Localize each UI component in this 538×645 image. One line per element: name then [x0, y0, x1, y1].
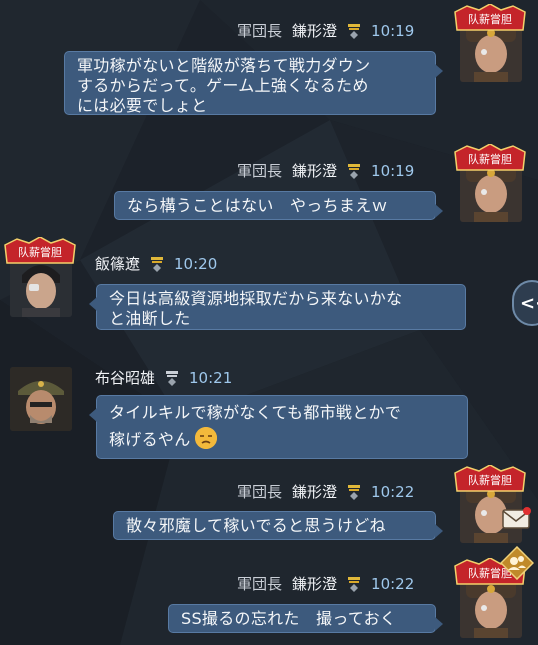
- message-bubble[interactable]: なら構うことはない やっちまえｗ: [114, 191, 443, 220]
- badge-ribbon-icon: 队薪嘗胆: [454, 144, 526, 171]
- svg-text:队薪嘗胆: 队薪嘗胆: [468, 12, 512, 26]
- message-bubble[interactable]: 軍功稼がないと階級が落ちて戦力ダウン するからだって。ゲーム上強くなるため には…: [64, 51, 443, 115]
- rank-insignia-icon: [166, 371, 179, 386]
- sender-name[interactable]: 布谷昭雄: [95, 367, 155, 389]
- collapse-arrows-icon: <<: [520, 292, 538, 314]
- chat-message: 飯篠遼 10:20 今日は高級資源地採取だから来ないかな と油断した: [0, 253, 538, 333]
- unamused-face-emoji-icon: [194, 427, 217, 449]
- sender-role: 軍団長: [237, 22, 283, 40]
- message-bubble[interactable]: 今日は高級資源地採取だから来ないかな と油断した: [89, 284, 466, 330]
- message-time: 10:21: [189, 369, 233, 387]
- message-time: 10:19: [371, 162, 415, 180]
- message-bubble[interactable]: タイルキルで稼がなくても都市戦とかで 稼げるやん: [89, 395, 468, 459]
- alliance-icon[interactable]: [500, 546, 534, 580]
- message-time: 10:22: [371, 483, 415, 501]
- sender-name[interactable]: 鎌形澄: [292, 481, 337, 503]
- message-time: 10:19: [371, 22, 415, 40]
- sender-name[interactable]: 鎌形澄: [292, 573, 337, 595]
- sender-name[interactable]: 鎌形澄: [292, 160, 337, 182]
- message-line: 軍功稼がないと階級が落ちて戦力ダウン: [77, 56, 371, 75]
- message-bubble[interactable]: SS撮るの忘れた 撮っておく: [168, 604, 443, 633]
- rank-insignia-icon: [348, 577, 361, 592]
- message-header: 軍団長 鎌形澄 10:22: [237, 573, 414, 595]
- message-line: SS撮るの忘れた 撮っておく: [181, 609, 397, 628]
- message-header: 布谷昭雄 10:21: [95, 367, 232, 389]
- rank-insignia-icon: [348, 24, 361, 39]
- rank-insignia-icon: [348, 164, 361, 179]
- envelope-icon[interactable]: [502, 506, 532, 530]
- chat-message: 軍団長 鎌形澄 10:19 軍功稼がないと階級が落ちて戦力ダウン するからだって…: [0, 20, 538, 130]
- rank-insignia-icon: [348, 485, 361, 500]
- message-line: と油断した: [109, 309, 191, 328]
- chat-message: 布谷昭雄 10:21 タイルキルで稼がなくても都市戦とかで 稼げるやん: [0, 367, 538, 462]
- svg-text:队薪嘗胆: 队薪嘗胆: [468, 473, 512, 487]
- message-time: 10:20: [174, 255, 218, 273]
- message-line: なら構うことはない やっちまえｗ: [127, 196, 388, 215]
- message-header: 軍団長 鎌形澄 10:19: [237, 160, 414, 182]
- message-time: 10:22: [371, 575, 415, 593]
- message-line: 今日は高級資源地採取だから来ないかな: [109, 289, 403, 308]
- message-line: するからだって。ゲーム上強くなるため: [77, 76, 369, 95]
- message-line-wrap: 稼げるやん: [109, 426, 457, 453]
- message-header: 飯篠遼 10:20: [95, 253, 217, 275]
- badge-ribbon-icon: 队薪嘗胆: [454, 4, 526, 31]
- sender-role: 軍団長: [237, 575, 283, 593]
- sender-role: 軍団長: [237, 483, 283, 501]
- badge-ribbon-icon: 队薪嘗胆: [454, 465, 526, 492]
- sender-role: 軍団長: [237, 162, 283, 180]
- message-header: 軍団長 鎌形澄 10:19: [237, 20, 414, 42]
- collapse-panel-button[interactable]: <<: [512, 280, 538, 326]
- message-line: 散々邪魔して稼いでると思うけどね: [126, 516, 386, 535]
- message-line: 稼げるやん: [109, 430, 191, 449]
- svg-text:队薪嘗胆: 队薪嘗胆: [468, 152, 512, 166]
- sender-name[interactable]: 飯篠遼: [95, 253, 140, 275]
- message-line: タイルキルで稼がなくても都市戦とかで: [109, 403, 402, 422]
- message-bubble[interactable]: 散々邪魔して稼いでると思うけどね: [113, 511, 443, 540]
- message-header: 軍団長 鎌形澄 10:22: [237, 481, 414, 503]
- message-line: には必要でしょと: [77, 96, 208, 115]
- sender-name[interactable]: 鎌形澄: [292, 20, 337, 42]
- rank-insignia-icon: [151, 257, 164, 272]
